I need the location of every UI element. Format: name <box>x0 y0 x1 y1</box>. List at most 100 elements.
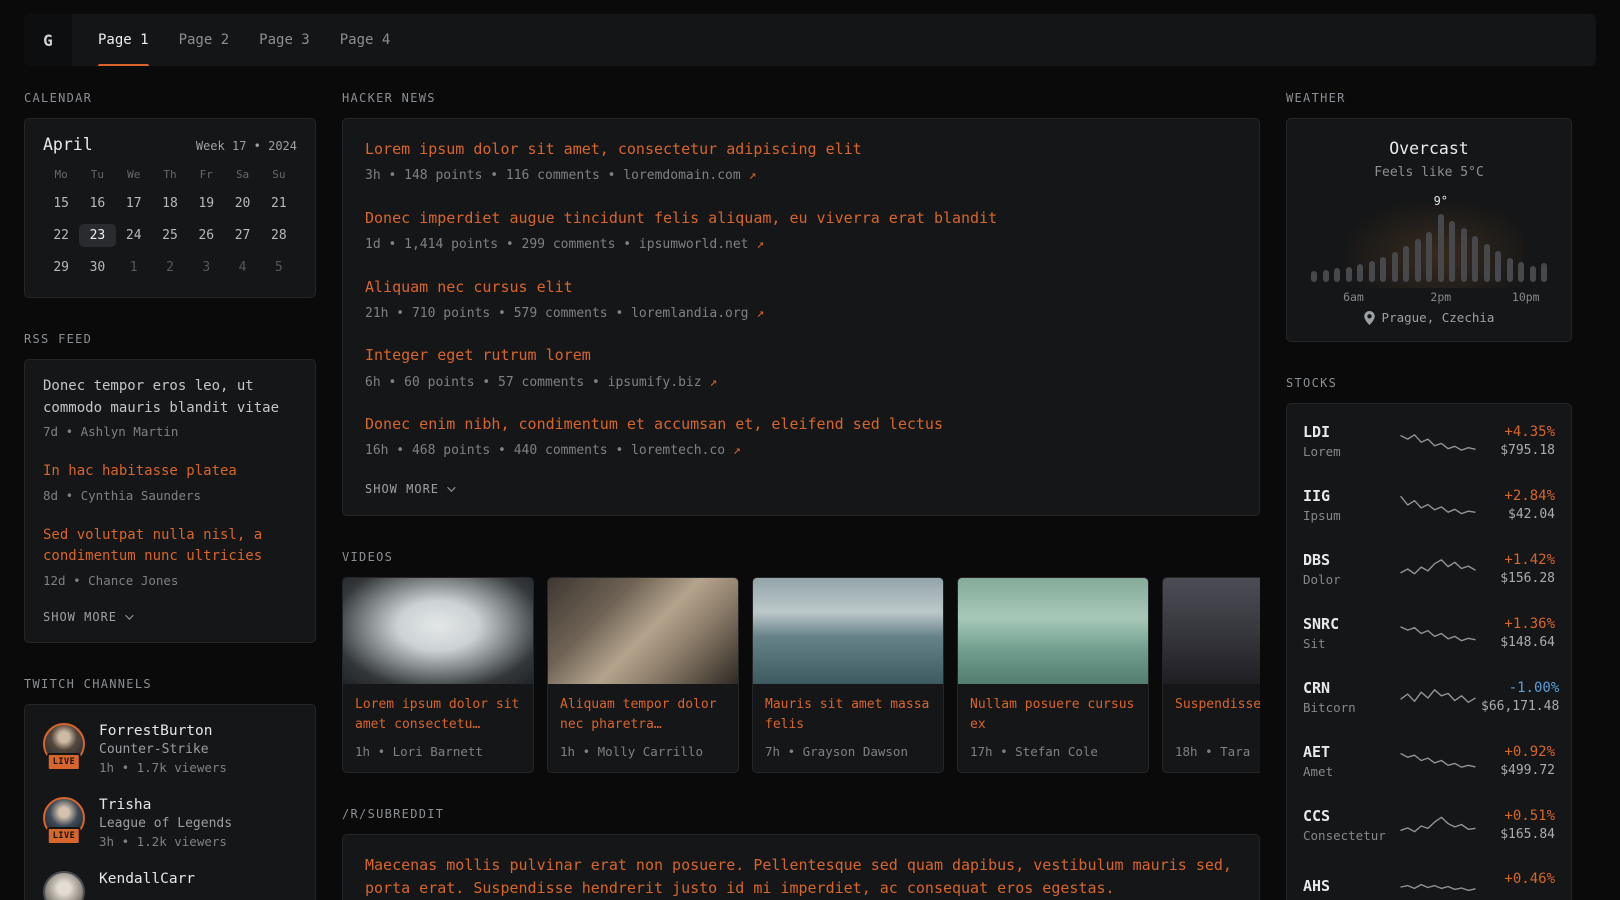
rss-item-title[interactable]: Sed volutpat nulla nisl, a condimentum n… <box>43 525 297 568</box>
rss-item-meta: 12d • Chance Jones <box>43 572 297 591</box>
external-link-icon: ↗ <box>756 306 764 321</box>
stock-price: $66,171.48 <box>1481 699 1559 714</box>
stock-symbol: IIG <box>1303 487 1395 505</box>
video-card[interactable]: Aliquam tempor dolor nec pharetra… 1h • … <box>547 577 739 773</box>
calendar-day: 24 <box>116 224 152 247</box>
calendar-day-header: Th <box>152 168 188 183</box>
weather-chart: 9° 6am 2pm 10pm <box>1311 214 1547 282</box>
video-card[interactable]: Nullam posuere cursus ex 17h • Stefan Co… <box>957 577 1149 773</box>
calendar-day: 20 <box>224 192 260 215</box>
tab-page-2[interactable]: Page 2 <box>179 14 230 66</box>
twitch-card: LIVE ForrestBurton Counter-Strike 1h • 1… <box>24 704 316 900</box>
stock-row: IIG Ipsum +2.84% $42.04 <box>1303 473 1555 537</box>
stock-name: Ipsum <box>1303 508 1395 523</box>
stock-sparkline <box>1399 683 1477 711</box>
video-card[interactable]: Suspendisse diam 18h • Tara <box>1162 577 1260 773</box>
channel-name[interactable]: ForrestBurton <box>99 723 227 739</box>
channel-name[interactable]: Trisha <box>99 797 232 813</box>
rss-widget: RSS FEED Donec tempor eros leo, ut commo… <box>24 332 316 643</box>
stocks-widget: STOCKS LDI Lorem +4.35% $795.18 IIG <box>1286 376 1572 900</box>
calendar-day-header: Fr <box>188 168 224 183</box>
hn-item-title[interactable]: Aliquam nec cursus elit <box>365 276 1237 299</box>
videos-section-title: VIDEOS <box>342 550 1260 564</box>
hackernews-show-more-button[interactable]: SHOW MORE <box>365 482 1237 500</box>
video-card[interactable]: Lorem ipsum dolor sit amet consectetu… 1… <box>342 577 534 773</box>
hn-item-title[interactable]: Donec imperdiet augue tincidunt felis al… <box>365 207 1237 230</box>
rss-item: Sed volutpat nulla nisl, a condimentum n… <box>43 525 297 591</box>
calendar-day-header: Sa <box>224 168 260 183</box>
rss-card: Donec tempor eros leo, ut commodo mauris… <box>24 359 316 643</box>
stock-row: LDI Lorem +4.35% $795.18 <box>1303 409 1555 473</box>
twitch-channel[interactable]: LIVE Trisha League of Legends 3h • 1.2k … <box>43 797 297 849</box>
video-title: Suspendisse diam <box>1175 695 1260 736</box>
channel-name[interactable]: KendallCarr <box>99 871 195 887</box>
calendar-day: 22 <box>43 224 79 247</box>
external-link-icon: ↗ <box>709 375 717 390</box>
calendar-day-next-month: 3 <box>188 256 224 279</box>
weather-card: Overcast Feels like 5°C 9° 6am 2pm 10pm … <box>1286 118 1572 342</box>
twitch-channel[interactable]: KendallCarr <box>43 871 297 900</box>
chevron-down-icon <box>447 483 455 491</box>
stock-row: AET Amet +0.92% $499.72 <box>1303 729 1555 793</box>
calendar-day-header: Mo <box>43 168 79 183</box>
tab-page-4[interactable]: Page 4 <box>340 14 391 66</box>
subreddit-item-title[interactable]: Maecenas mollis pulvinar erat non posuer… <box>365 854 1237 900</box>
calendar-header: April Week 17 • 2024 <box>43 135 297 154</box>
weather-section-title: WEATHER <box>1286 91 1572 105</box>
hn-item-title[interactable]: Lorem ipsum dolor sit amet, consectetur … <box>365 138 1237 161</box>
hn-item: Integer eget rutrum lorem 6h • 60 points… <box>365 344 1237 392</box>
stock-name: Lorem <box>1303 444 1395 459</box>
calendar-day-next-month: 1 <box>116 256 152 279</box>
app-logo[interactable]: G <box>24 14 72 66</box>
video-meta: 1h • Lori Barnett <box>355 744 521 759</box>
rss-item: Donec tempor eros leo, ut commodo mauris… <box>43 376 297 442</box>
stock-sparkline <box>1399 619 1477 647</box>
rss-item-title[interactable]: In hac habitasse platea <box>43 461 297 483</box>
weather-location: Prague, Czechia <box>1305 310 1553 325</box>
stock-row: DBS Dolor +1.42% $156.28 <box>1303 537 1555 601</box>
stock-symbol: LDI <box>1303 423 1395 441</box>
hackernews-widget: HACKER NEWS Lorem ipsum dolor sit amet, … <box>342 91 1260 516</box>
calendar-day: 29 <box>43 256 79 279</box>
channel-avatar <box>43 871 85 900</box>
stock-change: +0.51% <box>1500 808 1555 824</box>
subreddit-item: Maecenas mollis pulvinar erat non posuer… <box>365 854 1237 900</box>
hn-item-title[interactable]: Integer eget rutrum lorem <box>365 344 1237 367</box>
tab-page-1[interactable]: Page 1 <box>98 14 149 66</box>
channel-meta: 3h • 1.2k viewers <box>99 834 232 849</box>
stock-sparkline <box>1399 811 1477 839</box>
subreddit-widget: /R/SUBREDDIT Maecenas mollis pulvinar er… <box>342 807 1260 900</box>
stock-row: SNRC Sit +1.36% $148.64 <box>1303 601 1555 665</box>
video-meta: 17h • Stefan Cole <box>970 744 1136 759</box>
hn-item-title[interactable]: Donec enim nibh, condimentum et accumsan… <box>365 413 1237 436</box>
video-meta: 1h • Molly Carrillo <box>560 744 726 759</box>
calendar-day: 17 <box>116 192 152 215</box>
left-column: CALENDAR April Week 17 • 2024 Mo Tu We T… <box>24 91 316 900</box>
twitch-channel[interactable]: LIVE ForrestBurton Counter-Strike 1h • 1… <box>43 723 297 775</box>
location-pin-icon <box>1364 311 1375 325</box>
stock-symbol: DBS <box>1303 551 1395 569</box>
calendar-day: 30 <box>79 256 115 279</box>
hn-item-meta: 6h • 60 points • 57 comments • ipsumify.… <box>365 373 1237 393</box>
calendar-day-today: 23 <box>79 224 115 247</box>
calendar-week-year: Week 17 • 2024 <box>196 139 297 153</box>
stock-name: Consectetur <box>1303 828 1395 843</box>
video-title: Aliquam tempor dolor nec pharetra… <box>560 695 726 736</box>
rss-item-title[interactable]: Donec tempor eros leo, ut commodo mauris… <box>43 376 297 419</box>
video-meta: 18h • Tara <box>1175 744 1260 759</box>
weather-time-label: 10pm <box>1512 290 1540 304</box>
video-card[interactable]: Mauris sit amet massa felis 7h • Grayson… <box>752 577 944 773</box>
channel-game: Counter-Strike <box>99 742 227 757</box>
rss-show-more-button[interactable]: SHOW MORE <box>43 610 297 628</box>
stock-change: +1.36% <box>1500 616 1555 632</box>
rss-item-meta: 8d • Cynthia Saunders <box>43 487 297 506</box>
hn-item-meta: 21h • 710 points • 579 comments • loreml… <box>365 304 1237 324</box>
hn-item: Lorem ipsum dolor sit amet, consectetur … <box>365 138 1237 186</box>
video-title: Mauris sit amet massa felis <box>765 695 931 736</box>
calendar-day: 26 <box>188 224 224 247</box>
twitch-widget: TWITCH CHANNELS LIVE ForrestBurton Count… <box>24 677 316 900</box>
stock-change: +1.42% <box>1500 552 1555 568</box>
right-column: WEATHER Overcast Feels like 5°C 9° 6am 2… <box>1286 91 1572 900</box>
tab-page-3[interactable]: Page 3 <box>259 14 310 66</box>
stock-price: $795.18 <box>1500 443 1555 458</box>
